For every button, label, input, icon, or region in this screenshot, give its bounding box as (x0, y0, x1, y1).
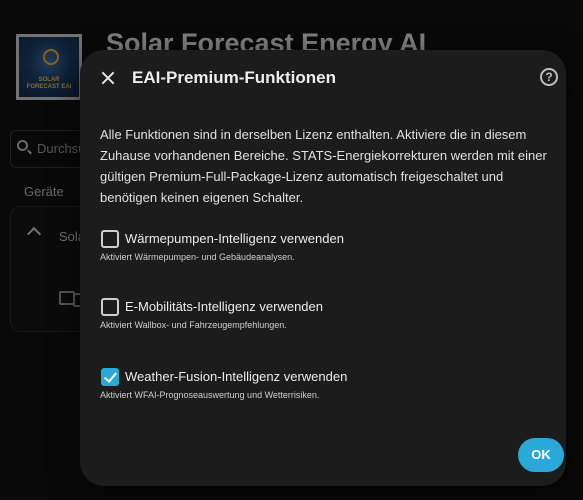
heat-pump-checkbox[interactable] (101, 230, 119, 248)
weather-fusion-label[interactable]: Weather-Fusion-Intelligenz verwenden (125, 369, 347, 384)
e-mobility-label[interactable]: E-Mobilitäts-Intelligenz verwenden (125, 299, 323, 314)
close-icon[interactable] (94, 64, 122, 92)
premium-features-dialog: EAI-Premium-Funktionen ? Alle Funktionen… (80, 50, 566, 486)
weather-fusion-checkbox[interactable] (101, 368, 119, 386)
dialog-description: Alle Funktionen sind in derselben Lizenz… (100, 127, 547, 205)
e-mobility-hint: Aktiviert Wallbox- und Fahrzeugempfehlun… (100, 320, 287, 330)
heat-pump-hint: Aktiviert Wärmepumpen- und Gebäudeanalys… (100, 252, 295, 262)
heat-pump-label[interactable]: Wärmepumpen-Intelligenz verwenden (125, 231, 344, 246)
e-mobility-checkbox[interactable] (101, 298, 119, 316)
help-icon[interactable]: ? (540, 68, 558, 86)
weather-fusion-hint: Aktiviert WFAI-Prognoseauswertung und We… (100, 390, 320, 400)
ok-button[interactable]: OK (518, 438, 564, 472)
dialog-title: EAI-Premium-Funktionen (132, 68, 337, 87)
